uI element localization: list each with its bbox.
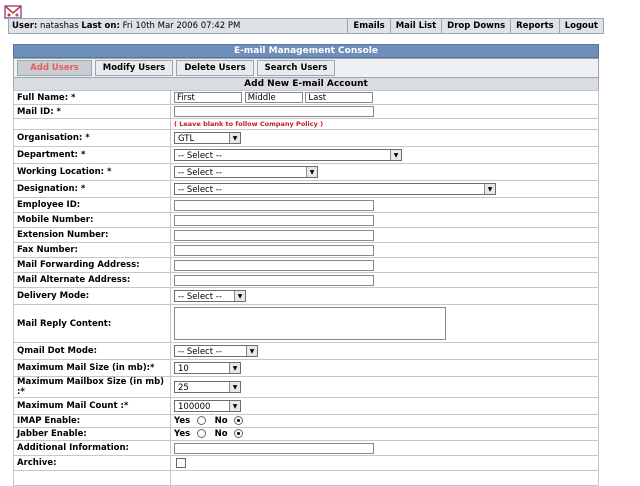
working-location-value: -- Select --: [178, 168, 222, 177]
user-name: natashas: [40, 21, 79, 31]
console-title: E-mail Management Console: [13, 44, 599, 58]
imap-yes-radio[interactable]: [196, 416, 206, 425]
extension-number-label: Extension Number:: [13, 227, 171, 243]
tab-modify-users[interactable]: Modify Users: [95, 60, 173, 76]
mail-reply-textarea[interactable]: [174, 307, 446, 340]
department-select[interactable]: -- Select -- ▼: [174, 149, 402, 161]
jabber-yes-label: Yes: [174, 429, 191, 439]
department-value: -- Select --: [178, 151, 222, 160]
mail-id-input[interactable]: [174, 106, 374, 117]
tab-add-users[interactable]: Add Users: [17, 60, 92, 76]
chevron-down-icon: ▼: [229, 363, 240, 373]
nav-reports[interactable]: Reports: [510, 19, 559, 33]
max-mail-count-value: 100000: [178, 402, 211, 411]
mail-id-hint-spacer: [13, 118, 171, 130]
organisation-select[interactable]: GTL ▼: [174, 132, 241, 144]
footer-row-right: [170, 470, 599, 486]
chevron-down-icon: ▼: [390, 150, 401, 160]
mail-id-label: Mail ID: *: [13, 104, 171, 119]
qmail-dot-label: Qmail Dot Mode:: [13, 342, 171, 360]
chevron-down-icon: ▼: [229, 133, 240, 143]
nav-emails[interactable]: Emails: [347, 19, 389, 33]
max-mailbox-size-select[interactable]: 25 ▼: [174, 381, 241, 393]
employee-id-input[interactable]: [174, 199, 374, 211]
user-bar: User: natashas Last on: Fri 10th Mar 200…: [8, 18, 604, 34]
employee-id-label: Employee ID:: [13, 197, 171, 213]
max-mail-count-select[interactable]: 100000 ▼: [174, 400, 241, 412]
max-mail-size-select[interactable]: 10 ▼: [174, 362, 241, 374]
qmail-dot-select[interactable]: -- Select -- ▼: [174, 345, 258, 357]
qmail-dot-value: -- Select --: [178, 347, 222, 356]
additional-info-input[interactable]: [174, 442, 374, 454]
jabber-no-label: No: [214, 429, 228, 439]
designation-value: -- Select --: [178, 185, 222, 194]
chevron-down-icon: ▼: [306, 167, 317, 177]
last-on-value: Fri 10th Mar 2006 07:42 PM: [122, 21, 241, 31]
user-info: User: natashas Last on: Fri 10th Mar 200…: [9, 21, 347, 31]
additional-info-label: Additional Information:: [13, 440, 171, 456]
organisation-label: Organisation: *: [13, 129, 171, 147]
tab-bar: Add Users Modify Users Delete Users Sear…: [13, 58, 599, 78]
chevron-down-icon: ▼: [484, 184, 495, 194]
full-name-label: Full Name: *: [13, 90, 171, 105]
imap-yes-label: Yes: [174, 416, 191, 426]
tab-search-users[interactable]: Search Users: [257, 60, 335, 76]
mobile-number-label: Mobile Number:: [13, 212, 171, 228]
archive-label: Archive:: [13, 455, 171, 471]
chevron-down-icon: ▼: [234, 291, 245, 301]
max-mail-size-value: 10: [178, 364, 189, 373]
jabber-label: Jabber Enable:: [13, 427, 171, 441]
mail-alternate-input[interactable]: [174, 274, 374, 286]
chevron-down-icon: ▼: [229, 401, 240, 411]
nav-drop-downs[interactable]: Drop Downs: [441, 19, 510, 33]
mail-id-hint: ( Leave blank to follow Company Policy ): [174, 120, 324, 128]
add-account-form: Full Name: * First Middle Last Mail ID: …: [13, 90, 599, 486]
max-mail-count-label: Maximum Mail Count :*: [13, 397, 171, 415]
imap-no-label: No: [214, 416, 228, 426]
last-name-input[interactable]: Last: [305, 92, 374, 103]
fax-number-label: Fax Number:: [13, 242, 171, 258]
mail-forwarding-label: Mail Forwarding Address:: [13, 257, 171, 273]
top-nav: Emails Mail List Drop Downs Reports Logo…: [347, 19, 603, 33]
working-location-label: Working Location: *: [13, 163, 171, 181]
mobile-number-input[interactable]: [174, 214, 374, 226]
delivery-mode-label: Delivery Mode:: [13, 287, 171, 305]
extension-number-input[interactable]: [174, 229, 374, 241]
section-title: Add New E-mail Account: [13, 77, 599, 91]
designation-label: Designation: *: [13, 180, 171, 198]
user-label: User:: [12, 21, 38, 31]
nav-mail-list[interactable]: Mail List: [389, 19, 441, 33]
chevron-down-icon: ▼: [246, 346, 257, 356]
organisation-value: GTL: [178, 134, 195, 143]
footer-row-left: [13, 470, 171, 486]
imap-no-radio[interactable]: [234, 416, 244, 425]
last-on-label: Last on:: [81, 21, 120, 31]
nav-logout[interactable]: Logout: [558, 19, 603, 33]
mail-alternate-label: Mail Alternate Address:: [13, 272, 171, 288]
delivery-mode-value: -- Select --: [178, 292, 222, 301]
fax-number-input[interactable]: [174, 244, 374, 256]
delivery-mode-select[interactable]: -- Select -- ▼: [174, 290, 246, 302]
middle-name-input[interactable]: Middle: [244, 92, 303, 103]
working-location-select[interactable]: -- Select -- ▼: [174, 166, 318, 178]
imap-label: IMAP Enable:: [13, 414, 171, 428]
mail-reply-label: Mail Reply Content:: [13, 304, 171, 343]
max-mailbox-size-value: 25: [178, 383, 189, 392]
designation-select[interactable]: -- Select -- ▼: [174, 183, 496, 195]
mail-forwarding-input[interactable]: [174, 259, 374, 271]
chevron-down-icon: ▼: [229, 382, 240, 392]
jabber-no-radio[interactable]: [234, 429, 244, 438]
tab-delete-users[interactable]: Delete Users: [176, 60, 254, 76]
max-mail-size-label: Maximum Mail Size (in mb):*: [13, 359, 171, 377]
department-label: Department: *: [13, 146, 171, 164]
first-name-input[interactable]: First: [174, 92, 242, 103]
jabber-yes-radio[interactable]: [196, 429, 206, 438]
max-mailbox-size-label: Maximum Mailbox Size (in mb) :*: [13, 376, 171, 398]
archive-checkbox[interactable]: [176, 457, 186, 468]
